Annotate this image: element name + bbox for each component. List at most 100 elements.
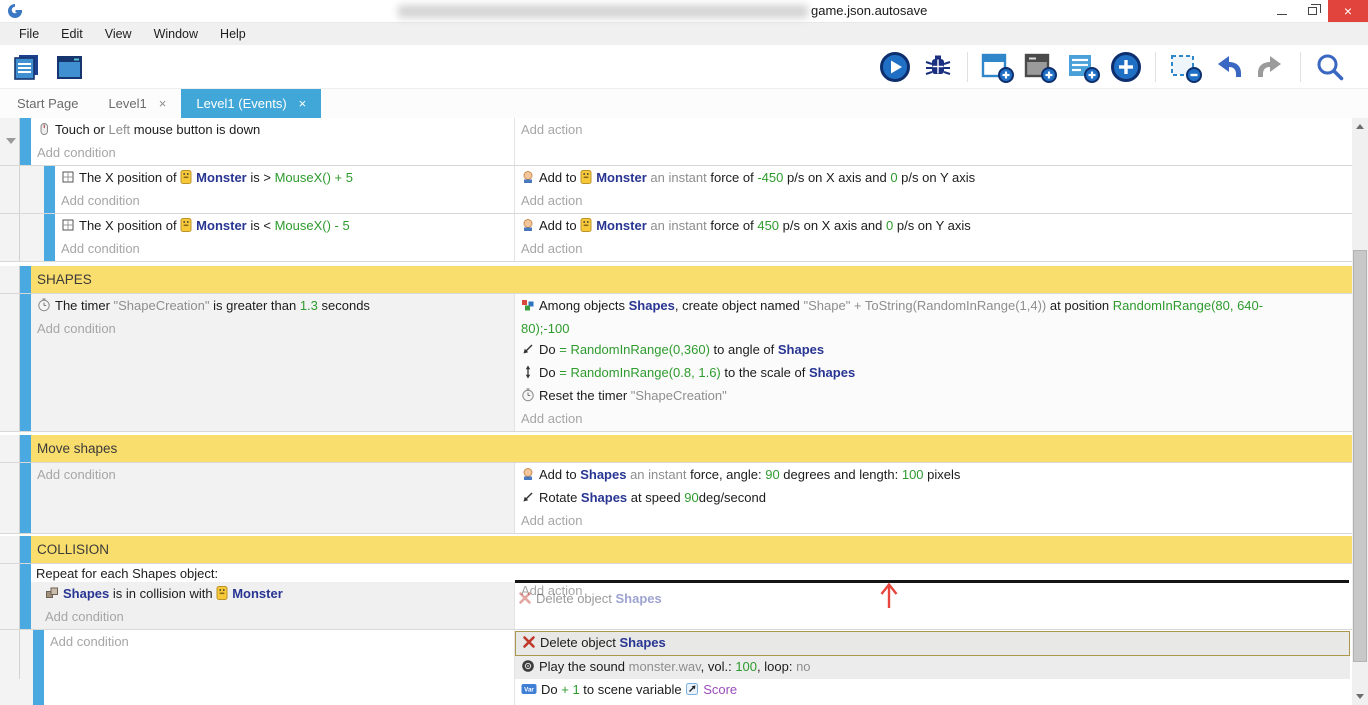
toolbar	[0, 45, 1368, 89]
add-new-icon[interactable]	[1108, 50, 1144, 84]
add-action-link[interactable]: Add action	[515, 408, 1352, 429]
scroll-up-icon[interactable]	[1356, 124, 1364, 129]
tab-close-icon[interactable]: ×	[159, 96, 167, 111]
scrollbar[interactable]	[1352, 118, 1368, 705]
action-line[interactable]: Do = RandomInRange(0,360) to angle of Sh…	[515, 339, 1352, 362]
event-selection-bar[interactable]	[20, 118, 31, 165]
event-selection-bar[interactable]	[20, 536, 31, 563]
action-line[interactable]: Reset the timer "ShapeCreation"	[515, 385, 1352, 408]
dragged-action-ghost[interactable]: Delete object Shapes	[518, 591, 662, 608]
collision-icon	[45, 585, 59, 606]
action-line[interactable]: Add to Monster an instant force of 450 p…	[515, 215, 1352, 238]
events-editor: Touch or Left mouse button is downAdd co…	[0, 118, 1368, 705]
condition-line[interactable]: The X position of Monster is < MouseX() …	[55, 215, 514, 238]
scrollbar-thumb[interactable]	[1353, 250, 1367, 662]
text-run: Do	[539, 342, 559, 357]
gutter	[0, 536, 20, 563]
condition-line[interactable]: Shapes is in collision with Monster	[31, 583, 514, 606]
text-run: Reset the timer	[539, 388, 631, 403]
add-condition-link[interactable]: Add condition	[31, 606, 514, 627]
project-manager-icon[interactable]	[8, 50, 44, 84]
tab-label: Level1 (Events)	[196, 96, 286, 111]
add-condition-link[interactable]: Add condition	[44, 631, 514, 652]
text-run: , vol.:	[701, 659, 736, 674]
undo-icon[interactable]	[1210, 50, 1246, 84]
text-run: Shapes	[616, 591, 662, 606]
event-selection-bar[interactable]	[44, 166, 55, 213]
menu-help[interactable]: Help	[209, 25, 257, 44]
condition-line[interactable]: Touch or Left mouse button is down	[31, 119, 514, 142]
text-run: 0	[890, 170, 897, 185]
gutter	[0, 630, 33, 705]
event-selection-bar[interactable]	[20, 435, 31, 462]
event-content: Repeat for each Shapes object:Shapes is …	[31, 564, 1352, 629]
event-selection-bar[interactable]	[33, 630, 44, 705]
event-selection-bar[interactable]	[44, 214, 55, 261]
action-line[interactable]: VarDo + 1 to scene variable Score	[515, 679, 1352, 702]
condition-line[interactable]: The timer "ShapeCreation" is greater tha…	[31, 295, 514, 318]
close-button[interactable]: ×	[1328, 0, 1368, 22]
add-condition-link[interactable]: Add condition	[31, 142, 514, 163]
event-selection-bar[interactable]	[20, 266, 31, 293]
toolbar-separator	[1155, 52, 1156, 82]
add-condition-link[interactable]: Add condition	[55, 238, 514, 259]
search-icon[interactable]	[1312, 50, 1348, 84]
condition-line[interactable]: The X position of Monster is > MouseX() …	[55, 167, 514, 190]
add-action-link[interactable]: Add action	[515, 238, 1352, 259]
tab-level1-events-[interactable]: Level1 (Events) ×	[181, 89, 321, 118]
event-selection-bar[interactable]	[20, 564, 31, 629]
tab-start-page[interactable]: Start Page	[2, 89, 93, 118]
action-line[interactable]: Delete object Shapes	[515, 631, 1350, 656]
text-run: Shapes	[778, 342, 824, 357]
action-line[interactable]: 80);-100	[515, 318, 1352, 339]
menu-window[interactable]: Window	[143, 25, 209, 44]
add-subevent-icon[interactable]	[1022, 50, 1058, 84]
event-body: Add conditionAdd to Shapes an instant fo…	[31, 463, 1352, 533]
event-selection-bar[interactable]	[20, 294, 31, 431]
minimize-button[interactable]	[1266, 0, 1297, 22]
maximize-button[interactable]	[1297, 0, 1328, 22]
group-banner[interactable]: COLLISION	[0, 536, 1352, 564]
action-line[interactable]: Do = RandomInRange(0.8, 1.6) to the scal…	[515, 362, 1352, 385]
text-run: an instant	[647, 218, 711, 233]
preview-play-icon[interactable]	[877, 50, 913, 84]
collapse-arrow-icon[interactable]	[6, 138, 16, 144]
force-icon	[521, 466, 535, 487]
actions-cell: Add to Monster an instant force of 450 p…	[514, 214, 1352, 261]
scene-variable-icon	[685, 681, 699, 702]
redo-icon[interactable]	[1253, 50, 1289, 84]
action-line[interactable]: Add to Shapes an instant force, angle: 9…	[515, 464, 1352, 487]
event-selection-bar[interactable]	[20, 463, 31, 533]
add-condition-link[interactable]: Add condition	[31, 464, 514, 485]
add-condition-link[interactable]: Add condition	[55, 190, 514, 211]
delete-icon	[518, 591, 532, 608]
menu-file[interactable]: File	[8, 25, 50, 44]
remove-event-icon[interactable]	[1167, 50, 1203, 84]
group-banner[interactable]: Move shapes	[0, 435, 1352, 463]
action-line[interactable]: Among objects Shapes, create object name…	[515, 295, 1352, 318]
conditions-cell: Touch or Left mouse button is downAdd co…	[31, 118, 514, 165]
tab-close-icon[interactable]: ×	[299, 96, 307, 111]
action-line[interactable]: Add to Monster an instant force of -450 …	[515, 167, 1352, 190]
event-body: Touch or Left mouse button is downAdd co…	[31, 118, 1352, 165]
text-run: force, angle:	[690, 467, 765, 482]
action-line[interactable]: Rotate Shapes at speed 90deg/second	[515, 487, 1352, 510]
debug-icon[interactable]	[920, 50, 956, 84]
menu-edit[interactable]: Edit	[50, 25, 94, 44]
add-comment-icon[interactable]	[1065, 50, 1101, 84]
group-banner[interactable]: SHAPES	[0, 266, 1352, 294]
menu-view[interactable]: View	[94, 25, 143, 44]
timer-icon	[37, 297, 51, 318]
add-condition-link[interactable]: Add condition	[31, 318, 514, 339]
add-action-link[interactable]: Add action	[515, 510, 1352, 531]
add-action-link[interactable]: Add action	[515, 190, 1352, 211]
text-run: deg/second	[699, 490, 766, 505]
gutter	[0, 266, 20, 293]
tab-level1[interactable]: Level1×	[93, 89, 181, 118]
scroll-down-icon[interactable]	[1356, 694, 1364, 699]
add-action-link[interactable]: Add action	[515, 119, 1352, 140]
open-scene-icon[interactable]	[51, 50, 87, 84]
action-line[interactable]: Play the sound monster.wav, vol.: 100, l…	[515, 656, 1350, 679]
add-event-icon[interactable]	[979, 50, 1015, 84]
gutter	[0, 294, 20, 431]
